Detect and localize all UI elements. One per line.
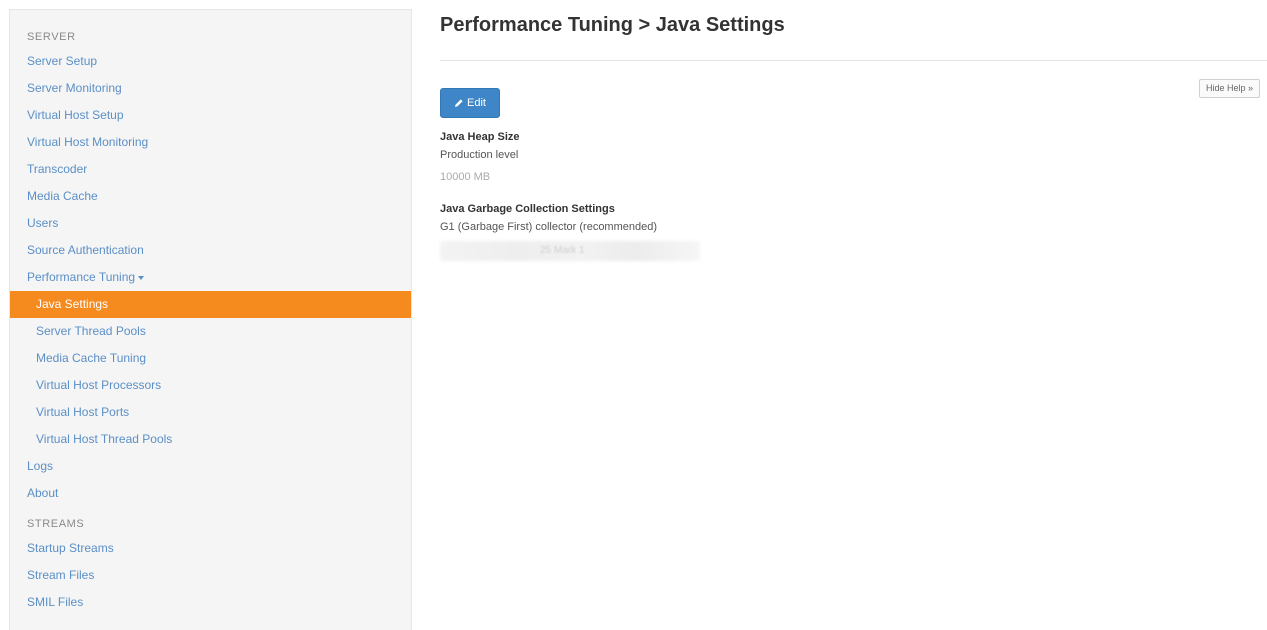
sidebar-item-about[interactable]: About (10, 480, 411, 507)
nav-header-server: SERVER (27, 31, 76, 43)
title-divider (440, 60, 1267, 61)
sidebar-item-performance-tuning[interactable]: Performance Tuning (10, 264, 411, 291)
sidebar-item-virtual-host-thread-pools[interactable]: Virtual Host Thread Pools (10, 426, 411, 453)
hide-help-button[interactable]: Hide Help » (1198, 79, 1260, 98)
server-nav-list: Server Setup Server Monitoring Virtual H… (10, 48, 411, 507)
gc-settings-description: G1 (Garbage First) collector (recommende… (440, 221, 658, 233)
heap-size-description: Production level (440, 149, 519, 161)
sidebar: SERVER Server Setup Server Monitoring Vi… (9, 9, 412, 630)
heap-size-label: Java Heap Size (440, 131, 520, 143)
page: SERVER Server Setup Server Monitoring Vi… (0, 0, 1267, 630)
sidebar-item-virtual-host-monitoring[interactable]: Virtual Host Monitoring (10, 129, 411, 156)
sidebar-item-stream-files[interactable]: Stream Files (10, 562, 411, 589)
sidebar-item-server-monitoring[interactable]: Server Monitoring (10, 75, 411, 102)
page-title: Performance Tuning > Java Settings (440, 14, 785, 36)
streams-nav-list: Startup Streams Stream Files SMIL Files (10, 535, 411, 616)
pencil-icon (455, 99, 463, 107)
sidebar-item-startup-streams[interactable]: Startup Streams (10, 535, 411, 562)
sidebar-item-media-cache-tuning[interactable]: Media Cache Tuning (10, 345, 411, 372)
sidebar-item-media-cache[interactable]: Media Cache (10, 183, 411, 210)
sidebar-item-server-setup[interactable]: Server Setup (10, 48, 411, 75)
nav-header-streams: STREAMS (27, 518, 85, 530)
main-content: Performance Tuning > Java Settings Hide … (440, 0, 1267, 630)
caret-down-icon (138, 275, 145, 280)
gc-settings-label: Java Garbage Collection Settings (440, 203, 615, 215)
sidebar-item-transcoder[interactable]: Transcoder (10, 156, 411, 183)
edit-button[interactable]: Edit (440, 88, 500, 118)
sidebar-item-label: Performance Tuning (27, 270, 136, 284)
sidebar-item-users[interactable]: Users (10, 210, 411, 237)
sidebar-item-virtual-host-setup[interactable]: Virtual Host Setup (10, 102, 411, 129)
sidebar-item-source-authentication[interactable]: Source Authentication (10, 237, 411, 264)
sidebar-item-server-thread-pools[interactable]: Server Thread Pools (10, 318, 411, 345)
sidebar-item-virtual-host-processors[interactable]: Virtual Host Processors (10, 372, 411, 399)
sidebar-item-virtual-host-ports[interactable]: Virtual Host Ports (10, 399, 411, 426)
gc-settings-blurred-text: 25 Mark 1 (540, 245, 585, 256)
sidebar-item-logs[interactable]: Logs (10, 453, 411, 480)
heap-size-value: 10000 MB (440, 171, 491, 183)
edit-button-label: Edit (467, 97, 486, 109)
sidebar-item-smil-files[interactable]: SMIL Files (10, 589, 411, 616)
sidebar-item-java-settings[interactable]: Java Settings (10, 291, 411, 318)
